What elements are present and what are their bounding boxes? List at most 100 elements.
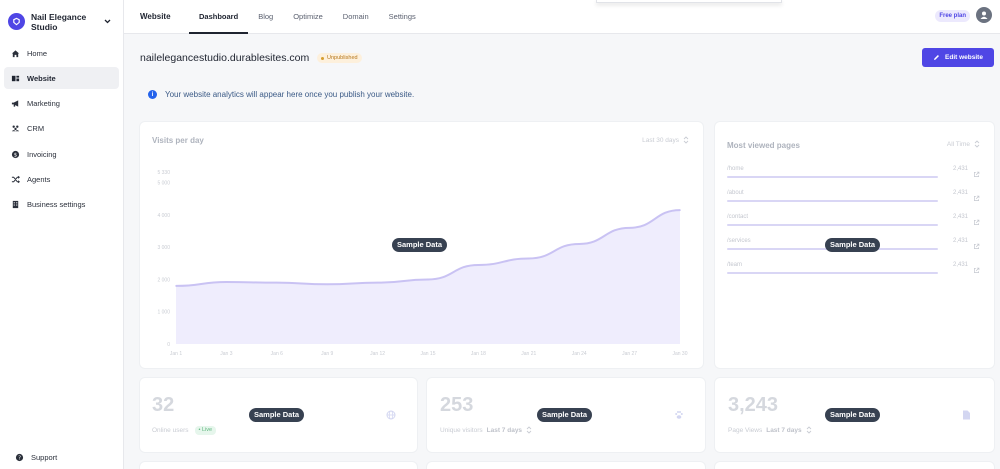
x-tick-label: Jan 6: [271, 351, 283, 357]
sidebar-item-invoicing[interactable]: $ Invoicing: [4, 143, 119, 165]
help-icon: ?: [14, 452, 24, 462]
y-tick-label: 4 000: [157, 213, 170, 219]
visits-card: Visits per day Last 30 days 01 000 2 000 3…: [140, 122, 703, 368]
sidebar-item-marketing[interactable]: Marketing: [4, 93, 119, 115]
info-message: Your website analytics will appear here …: [165, 90, 415, 99]
top-bar: Website Dashboard Blog Optimize Domain S…: [124, 0, 1000, 34]
plan-badge[interactable]: Free plan: [935, 10, 970, 22]
external-link-icon[interactable]: [973, 165, 980, 183]
most-viewed-pages-card: Most viewed pages All Time /home 2,431 /…: [715, 122, 994, 368]
tab-dashboard[interactable]: Dashboard: [189, 0, 249, 34]
live-label: Live: [201, 427, 213, 433]
tab-domain[interactable]: Domain: [333, 0, 379, 34]
online-users-card: 32 Online users • Live Sample Data: [140, 378, 417, 452]
page-views-bar: [727, 272, 938, 274]
list-item[interactable]: /about 2,431: [727, 190, 980, 210]
support-label: Support: [31, 452, 58, 462]
external-link-icon[interactable]: [973, 189, 980, 207]
page-views: 2,431: [952, 214, 968, 220]
stat-value: 253: [440, 394, 474, 416]
building-icon: [10, 200, 20, 210]
stat-label-row: Unique visitors Last 7 days: [440, 426, 532, 434]
sidebar: Nail Elegance Studio Home Website Market…: [0, 0, 124, 469]
visits-point: [376, 281, 379, 284]
users-icon: [10, 124, 20, 134]
visits-point: [276, 281, 278, 284]
x-tick-label: Jan 3: [220, 351, 232, 357]
list-item[interactable]: /team 2,431: [727, 262, 980, 282]
sample-data-badge: Sample Data: [392, 238, 448, 252]
external-link-icon[interactable]: [973, 261, 980, 279]
status-badge: Unpublished: [317, 53, 362, 63]
sidebar-item-label: CRM: [27, 124, 45, 134]
stat-label-row: Online users • Live: [152, 426, 217, 435]
visits-point: [528, 257, 530, 260]
info-icon: i: [148, 90, 157, 99]
page-views: 2,431: [952, 190, 968, 196]
sidebar-item-label: Invoicing: [27, 149, 57, 159]
page-path: /contact: [727, 214, 749, 220]
website-icon: [10, 73, 20, 83]
live-badge: • Live: [194, 426, 217, 435]
avatar[interactable]: [976, 7, 992, 23]
business-name: Nail Elegance Studio: [31, 11, 87, 32]
page-path: /about: [727, 190, 744, 196]
sidebar-item-crm[interactable]: CRM: [4, 118, 119, 140]
pages-range-select[interactable]: All Time: [947, 140, 980, 148]
sidebar-item-business-settings[interactable]: Business settings: [4, 194, 119, 216]
user-icon: [980, 11, 988, 19]
stat-range[interactable]: Last 7 days: [766, 427, 801, 434]
list-item[interactable]: /contact 2,431: [727, 214, 980, 234]
sidebar-item-website[interactable]: Website: [4, 67, 119, 90]
stat-value: 32: [152, 394, 175, 416]
chevron-down-icon[interactable]: [104, 19, 115, 24]
tab-optimize[interactable]: Optimize: [283, 0, 333, 34]
page-views: 2,431: [952, 262, 968, 268]
sidebar-item-support[interactable]: ? Support: [8, 446, 115, 468]
page-path: /team: [727, 262, 743, 268]
visits-point: [628, 227, 631, 229]
dropdown-popover: [596, 0, 782, 3]
analytics-info: i Your website analytics will appear her…: [148, 90, 414, 99]
list-item[interactable]: /home 2,431: [727, 166, 980, 186]
status-dot-icon: [321, 56, 324, 60]
sidebar-nav: Home Website Marketing CRM $ Invoicing A…: [0, 42, 123, 216]
y-tick-label: 0: [167, 342, 170, 348]
stats-card-row-2: [427, 462, 705, 469]
stat-range[interactable]: Last 7 days: [487, 427, 522, 434]
unique-visitors-card: 253 Unique visitors Last 7 days Sample D…: [427, 378, 705, 452]
sidebar-item-label: Website: [27, 73, 56, 83]
business-switcher[interactable]: Nail Elegance Studio: [0, 0, 123, 36]
visits-point: [326, 283, 328, 286]
stat-label-row: Page Views Last 7 days: [728, 426, 812, 434]
page-path: /services: [727, 238, 751, 244]
sidebar-item-home[interactable]: Home: [4, 42, 119, 64]
stat-label: Online users: [152, 427, 189, 434]
y-tick-label: 5 000: [157, 181, 170, 187]
external-link-icon[interactable]: [973, 213, 980, 231]
page-views-bar: [727, 200, 938, 202]
sort-icon: [974, 140, 980, 148]
sample-data-badge: Sample Data: [249, 408, 305, 422]
megaphone-icon: [10, 99, 20, 109]
tab-blog[interactable]: Blog: [248, 0, 283, 34]
external-link-icon[interactable]: [973, 237, 980, 255]
sidebar-item-agents[interactable]: Agents: [4, 168, 119, 190]
page-path: /home: [727, 166, 744, 172]
x-tick-label: Jan 27: [622, 351, 637, 357]
visits-point: [679, 209, 681, 211]
x-tick-label: Jan 9: [321, 351, 333, 357]
section-title: Website: [140, 12, 171, 21]
brand-logo-icon: [8, 13, 25, 30]
x-tick-label: Jan 18: [471, 351, 486, 357]
y-tick-label: 2 000: [157, 277, 170, 283]
edit-website-button[interactable]: Edit website: [922, 48, 994, 67]
x-tick-label: Jan 12: [370, 351, 385, 357]
stats-card-row-2: [140, 462, 417, 469]
visits-point: [427, 278, 429, 281]
sort-icon: [526, 426, 532, 434]
stat-label: Unique visitors: [440, 426, 483, 434]
sample-data-badge: Sample Data: [825, 408, 881, 422]
tab-settings[interactable]: Settings: [379, 0, 426, 34]
visits-point: [477, 264, 480, 266]
